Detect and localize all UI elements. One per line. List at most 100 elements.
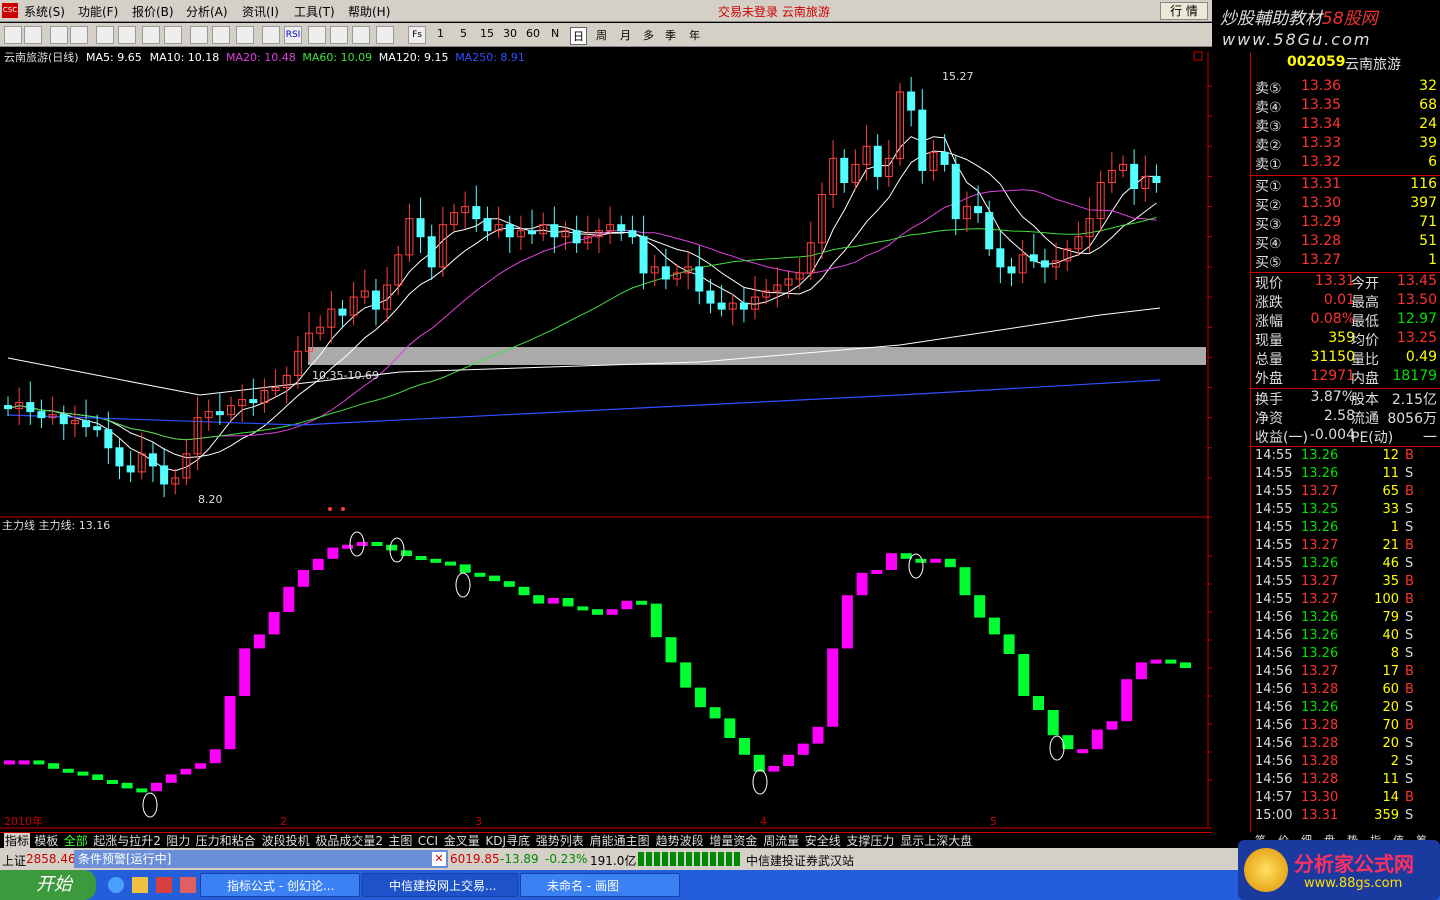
- period-5[interactable]: 5: [460, 27, 467, 40]
- indicator-tab[interactable]: 肩能通主图: [589, 833, 651, 849]
- menu-analysis[interactable]: 分析(A): [186, 3, 228, 20]
- indicator-bar: [944, 558, 956, 568]
- toolbar-icon-8[interactable]: [164, 26, 182, 44]
- indicator-tab[interactable]: 模板: [33, 833, 59, 849]
- toolbar-icon-1[interactable]: [4, 26, 22, 44]
- period-60[interactable]: 60: [526, 27, 540, 40]
- candle-body: [37, 411, 46, 419]
- indicator-tab[interactable]: 趋势波段: [655, 833, 705, 849]
- quote-button[interactable]: 行 情: [1160, 2, 1208, 20]
- stat-value: 13.31: [1314, 273, 1355, 289]
- pencil-icon[interactable]: [376, 26, 394, 44]
- tick-side: B: [1405, 538, 1414, 553]
- toolbar-icon-14[interactable]: [308, 26, 326, 44]
- period-30[interactable]: 30: [503, 27, 517, 40]
- indicator-bar: [783, 754, 795, 766]
- candle-body: [706, 290, 715, 304]
- banner-url: www.58Gu.com: [1222, 30, 1372, 49]
- indicator-tab[interactable]: CCI: [417, 833, 439, 849]
- indicator-tab[interactable]: 强势列表: [535, 833, 585, 849]
- indicator-tab[interactable]: KDJ寻底: [484, 833, 531, 849]
- fs-icon[interactable]: Fs: [408, 26, 426, 44]
- indicator-bar: [312, 558, 324, 570]
- toolbar-icon-9[interactable]: [190, 26, 208, 44]
- stat-value-2: 12.97: [1396, 311, 1437, 327]
- rsi-icon[interactable]: RSI: [284, 26, 302, 44]
- task-button-3[interactable]: 未命名 - 画图: [520, 873, 680, 897]
- indicator-bar: [239, 648, 251, 696]
- tick-time: 14:55: [1255, 502, 1293, 517]
- bar-icon[interactable]: [70, 26, 88, 44]
- period-n[interactable]: N: [551, 27, 559, 40]
- indicator-tab[interactable]: 支撑压力: [845, 833, 895, 849]
- month-label: 2: [280, 815, 287, 828]
- tick-price: 13.27: [1301, 592, 1339, 607]
- indicator-tab[interactable]: 指标: [4, 833, 31, 849]
- period-year[interactable]: 年: [689, 27, 700, 43]
- stat-label: 涨跌: [1255, 295, 1283, 311]
- toolbar-icon-5[interactable]: [96, 26, 114, 44]
- close-icon[interactable]: ✕: [432, 852, 446, 866]
- indicator-tab[interactable]: 极品成交量2: [314, 833, 384, 849]
- toolbar-icon-11[interactable]: [236, 26, 254, 44]
- toolbar-icon-16[interactable]: [352, 26, 370, 44]
- period-day[interactable]: 日: [570, 27, 587, 45]
- toolbar-icon-12[interactable]: [262, 26, 280, 44]
- task-button-1[interactable]: 指标公式 - 创幻论...: [200, 873, 360, 897]
- stat-value: 31150: [1310, 349, 1355, 365]
- indicator-tab[interactable]: 增量资金: [708, 833, 758, 849]
- indicator-tab[interactable]: 全部: [63, 833, 89, 849]
- candle-body: [1152, 175, 1161, 183]
- indicator-bar: [606, 609, 618, 615]
- tick-side: S: [1405, 808, 1414, 823]
- quicklaunch-icon[interactable]: [132, 877, 148, 893]
- toolbar: RSI Fs 1 5 15 30 60 N 日 周 月 多 季 年: [0, 23, 1212, 47]
- stat-row: 收益(一) -0.004 PE(动) 一: [1255, 427, 1439, 446]
- tick-row: 14:55 13.27 100 B: [1255, 592, 1439, 610]
- period-week[interactable]: 周: [596, 27, 607, 43]
- indicator-bar: [1150, 659, 1162, 664]
- ask-label: 卖②: [1255, 138, 1282, 154]
- kline-chart[interactable]: 15.0014.5014.0013.5013.0012.5012.0011.50…: [0, 48, 1212, 832]
- move-icon[interactable]: [330, 26, 348, 44]
- candle-body: [505, 224, 514, 238]
- indicator-tab[interactable]: 安全线: [804, 833, 842, 849]
- period-season[interactable]: 季: [665, 27, 676, 43]
- menu-help[interactable]: 帮助(H): [348, 3, 390, 20]
- period-1[interactable]: 1: [437, 27, 444, 40]
- task-button-2[interactable]: 中信建投网上交易...: [362, 873, 518, 897]
- indicator-tab[interactable]: 压力和粘合: [195, 833, 257, 849]
- indicator-tab[interactable]: 波段投机: [261, 833, 311, 849]
- ie-icon[interactable]: [108, 877, 124, 893]
- candle-body: [93, 426, 102, 431]
- toolbar-icon-2[interactable]: [24, 26, 42, 44]
- candle-body: [1007, 266, 1016, 274]
- menu-info[interactable]: 资讯(I): [242, 3, 279, 20]
- broker-site: 中信建投证券武汉站: [746, 854, 855, 868]
- indicator-tab[interactable]: 周流量: [762, 833, 800, 849]
- toolbar-icon-6[interactable]: [118, 26, 136, 44]
- toolbar-icon-10[interactable]: [212, 26, 230, 44]
- menu-tools[interactable]: 工具(T): [294, 3, 335, 20]
- start-button[interactable]: 开始: [0, 870, 96, 900]
- chart-icon[interactable]: [50, 26, 68, 44]
- menu-quote[interactable]: 报价(B): [132, 3, 174, 20]
- menu-function[interactable]: 功能(F): [78, 3, 118, 20]
- indicator-tab[interactable]: 显示上深大盘: [899, 833, 973, 849]
- period-multi[interactable]: 多: [643, 27, 654, 43]
- indicator-tab[interactable]: 阻力: [165, 833, 191, 849]
- period-month[interactable]: 月: [620, 27, 631, 43]
- toolbar-icon-7[interactable]: [142, 26, 160, 44]
- indicator-tab[interactable]: 金叉量: [443, 833, 481, 849]
- indicator-tab[interactable]: 起涨与拉升2: [92, 833, 162, 849]
- signal-dot: [328, 507, 332, 511]
- sh-index-label: 上证: [2, 854, 27, 868]
- indicator-bar: [62, 768, 74, 773]
- indicator-bar: [474, 572, 486, 577]
- menu-system[interactable]: 系统(S): [24, 3, 65, 20]
- quicklaunch-icon-2[interactable]: [156, 877, 172, 893]
- indicator-tab[interactable]: 主图: [387, 833, 413, 849]
- tick-row: 14:57 13.30 14 B: [1255, 790, 1439, 808]
- quicklaunch-icon-3[interactable]: [180, 877, 196, 893]
- period-15[interactable]: 15: [480, 27, 494, 40]
